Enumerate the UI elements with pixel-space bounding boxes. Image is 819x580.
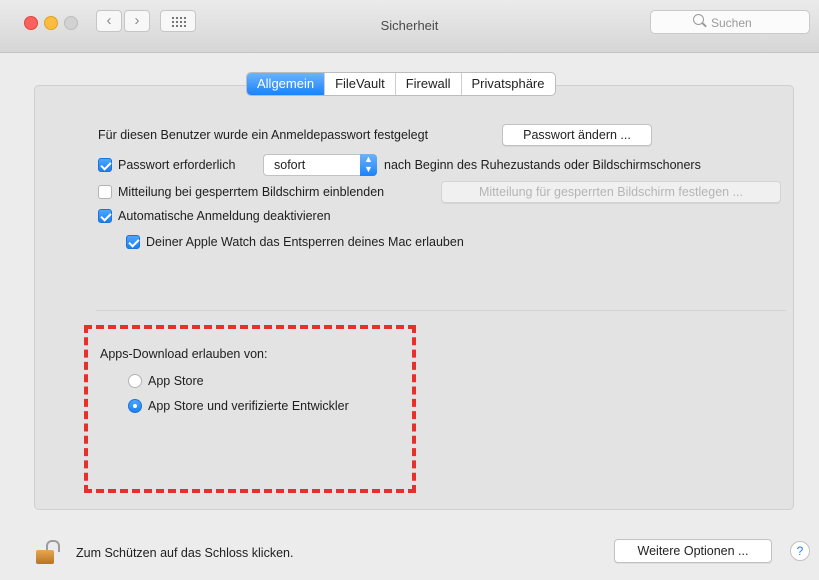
lock-icon[interactable] bbox=[36, 540, 60, 564]
apple-watch-unlock-label: Deiner Apple Watch das Entsperren deines… bbox=[146, 235, 464, 249]
radio-app-store-label: App Store bbox=[148, 374, 204, 388]
radio-app-store[interactable] bbox=[128, 374, 142, 388]
lock-message-label: Mitteilung bei gesperrtem Bildschirm ein… bbox=[118, 185, 385, 199]
section-divider bbox=[96, 310, 786, 311]
search-field[interactable]: Suchen bbox=[650, 10, 810, 34]
change-password-button[interactable]: Passwort ändern ... bbox=[502, 124, 652, 146]
password-set-text: Für diesen Benutzer wurde ein Anmeldepas… bbox=[98, 128, 429, 142]
require-password-select[interactable]: sofort ▲ ▼ bbox=[263, 154, 377, 176]
search-icon bbox=[693, 14, 704, 25]
stepper-arrows-icon: ▲ ▼ bbox=[360, 154, 377, 176]
lock-message-button[interactable]: Mitteilung für gesperrten Bildschirm fes… bbox=[441, 181, 781, 203]
title-bar: ‹ › Sicherheit Suchen bbox=[0, 0, 819, 53]
tab-filevault[interactable]: FileVault bbox=[324, 73, 395, 95]
require-password-checkbox[interactable] bbox=[98, 158, 112, 172]
radio-app-store-identified-label: App Store und verifizierte Entwickler bbox=[148, 399, 349, 413]
tab-bar: Allgemein FileVault Firewall Privatsphär… bbox=[246, 72, 556, 96]
disable-auto-login-checkbox[interactable] bbox=[98, 209, 112, 223]
lock-body bbox=[36, 550, 54, 564]
radio-app-store-identified[interactable] bbox=[128, 399, 142, 413]
advanced-options-button[interactable]: Weitere Optionen ... bbox=[614, 539, 772, 563]
apple-watch-unlock-checkbox[interactable] bbox=[126, 235, 140, 249]
help-button[interactable]: ? bbox=[790, 541, 810, 561]
require-password-suffix: nach Beginn des Ruhezustands oder Bildsc… bbox=[384, 158, 701, 172]
disable-auto-login-label: Automatische Anmeldung deaktivieren bbox=[118, 209, 331, 223]
downloads-heading: Apps-Download erlauben von: bbox=[100, 347, 268, 361]
tab-allgemein[interactable]: Allgemein bbox=[247, 73, 325, 95]
search-placeholder: Suchen bbox=[711, 16, 752, 30]
require-password-label: Passwort erforderlich bbox=[118, 158, 236, 172]
lock-message-checkbox[interactable] bbox=[98, 185, 112, 199]
preferences-window: ‹ › Sicherheit Suchen Allgemein FileVaul… bbox=[0, 0, 819, 580]
require-password-value: sofort bbox=[274, 158, 306, 172]
tab-privatsphaere[interactable]: Privatsphäre bbox=[460, 73, 555, 95]
tab-firewall[interactable]: Firewall bbox=[394, 73, 461, 95]
lock-hint-text: Zum Schützen auf das Schloss klicken. bbox=[76, 546, 294, 560]
